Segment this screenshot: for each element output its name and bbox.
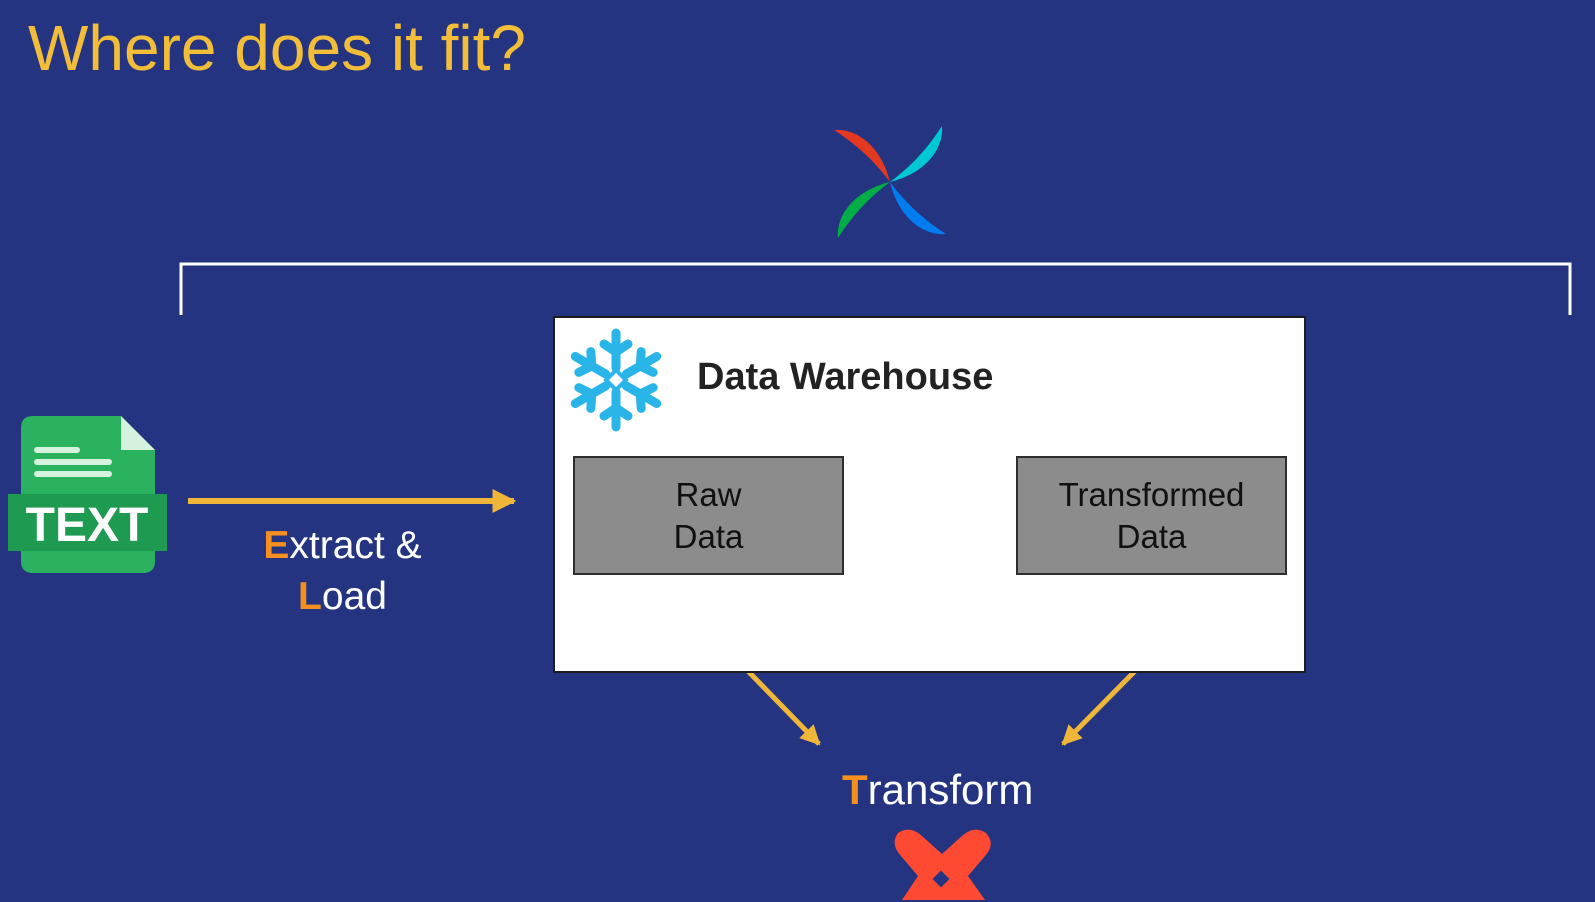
transformed-data-box: Transformed Data [1016, 456, 1287, 575]
orchestration-bracket [179, 262, 1572, 315]
extract-load-label: Extract & Load [250, 520, 435, 622]
transform-rest: ransform [867, 766, 1034, 813]
snowflake-icon [570, 328, 662, 432]
load-initial: L [298, 575, 322, 618]
transform-initial: T [842, 766, 868, 813]
text-file-icon: TEXT [8, 416, 167, 573]
transformed-data-label-line2: Data [1116, 517, 1187, 555]
raw-data-label: Raw Data [674, 474, 744, 558]
raw-data-label-line1: Raw [675, 475, 742, 513]
load-rest: oad [321, 575, 387, 618]
transformed-data-label: Transformed Data [1059, 474, 1245, 558]
load-line: Load [250, 571, 435, 622]
raw-data-box: Raw Data [573, 456, 844, 575]
pinwheel-icon [834, 126, 946, 238]
data-warehouse-title: Data Warehouse [697, 356, 994, 398]
transformed-data-label-line1: Transformed [1058, 475, 1245, 513]
dbt-icon [894, 829, 991, 900]
extract-initial: E [263, 524, 290, 567]
raw-data-label-line2: Data [673, 517, 744, 555]
extract-line: Extract & [250, 520, 435, 571]
extract-rest: xtract & [289, 524, 422, 567]
transform-label: Transform [842, 764, 1033, 816]
text-file-icon-label: TEXT [26, 499, 149, 552]
